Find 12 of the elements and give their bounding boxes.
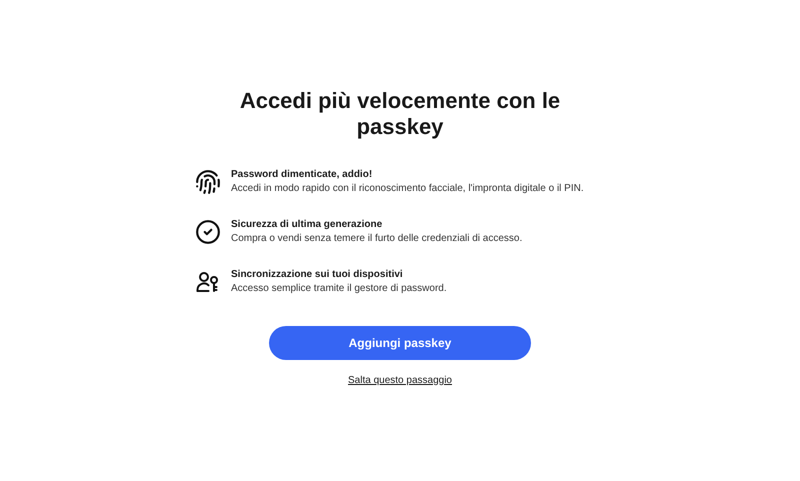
feature-heading: Sicurezza di ultima generazione — [231, 218, 384, 232]
feature-description: Accesso semplice tramite il gestore di password. — [231, 282, 447, 296]
feature-heading: Password dimenticate, addio! — [231, 168, 374, 182]
person-key-icon — [196, 270, 220, 294]
page-title: Accedi più velocemente con le passkey — [238, 88, 562, 140]
fingerprint-icon — [195, 169, 221, 195]
feature-heading: Sincronizzazione sui tuoi dispositivi — [231, 268, 404, 282]
skip-link[interactable]: Salta questo passaggio — [348, 373, 452, 388]
feature-description: Compra o vendi senza temere il furto delle credenziali di accesso. — [231, 232, 522, 246]
add-passkey-button[interactable]: Aggiungi passkey — [269, 326, 531, 360]
feature-description: Accedi in modo rapido con il riconoscimento facciale, l'impronta digitale o il PIN. — [231, 182, 584, 196]
check-circle-icon — [195, 219, 221, 245]
